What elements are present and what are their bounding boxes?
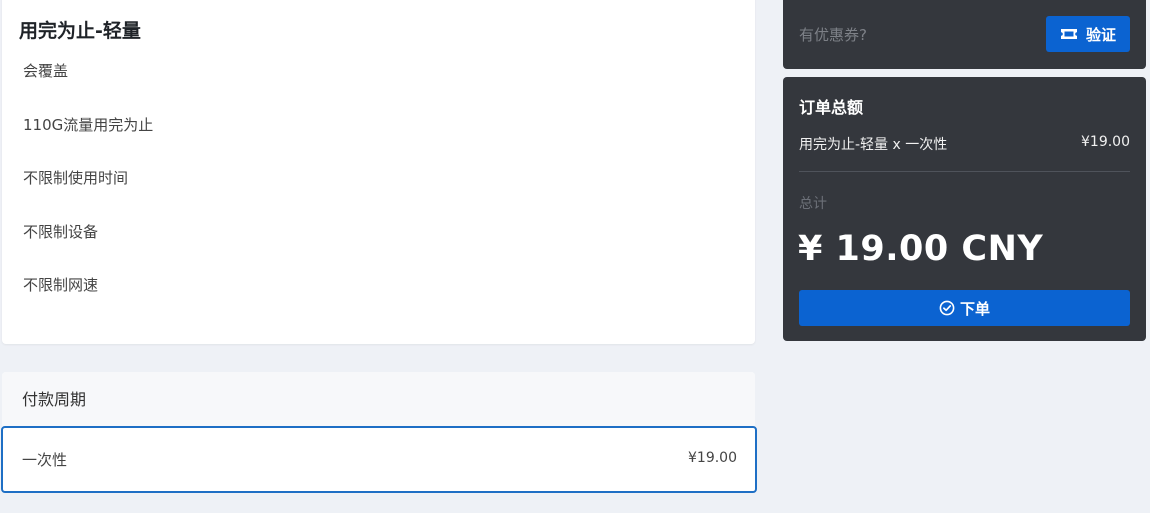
period-option-name: 一次性 xyxy=(22,451,68,469)
order-item-label: 用完为止-轻量 x 一次性 xyxy=(799,137,948,153)
divider xyxy=(799,171,1130,172)
feature-item: 110G流量用完为止 xyxy=(23,115,154,134)
feature-item: 会覆盖 xyxy=(23,62,69,80)
payment-period-header: 付款周期 xyxy=(2,372,755,427)
order-line-item: 用完为止-轻量 x 一次性 ¥19.00 xyxy=(799,134,1130,154)
check-circle-icon xyxy=(939,300,955,316)
payment-period-card: 付款周期 一次性 ¥19.00 xyxy=(1,372,757,493)
feature-item: 不限制设备 xyxy=(23,222,99,241)
place-order-label: 下单 xyxy=(959,299,990,318)
order-item-price: ¥19.00 xyxy=(1081,134,1130,150)
total-amount: ¥ 19.00 CNY xyxy=(798,229,1044,269)
order-summary-title: 订单总额 xyxy=(799,98,864,117)
total-label: 总计 xyxy=(799,196,827,212)
order-summary-panel: 订单总额 用完为止-轻量 x 一次性 ¥19.00 总计 ¥ 19.00 CNY… xyxy=(783,77,1146,341)
coupon-input[interactable] xyxy=(791,18,1031,52)
ticket-icon xyxy=(1060,29,1077,39)
place-order-button[interactable]: 下单 xyxy=(799,290,1130,326)
feature-list: 会覆盖 110G流量用完为止 不限制使用时间 不限制设备 不限制网速 xyxy=(23,56,153,324)
period-option-price: ¥19.00 xyxy=(688,450,737,466)
plan-title: 用完为止-轻量 xyxy=(19,20,141,42)
plan-card: 用完为止-轻量 会覆盖 110G流量用完为止 不限制使用时间 不限制设备 不限制… xyxy=(2,0,755,344)
period-option-one-time[interactable]: 一次性 ¥19.00 xyxy=(1,426,757,493)
feature-item: 不限制网速 xyxy=(23,276,99,294)
feature-item: 不限制使用时间 xyxy=(23,169,129,187)
coupon-panel: 验证 xyxy=(783,0,1146,69)
verify-button-label: 验证 xyxy=(1085,25,1116,44)
verify-coupon-button[interactable]: 验证 xyxy=(1046,16,1130,52)
